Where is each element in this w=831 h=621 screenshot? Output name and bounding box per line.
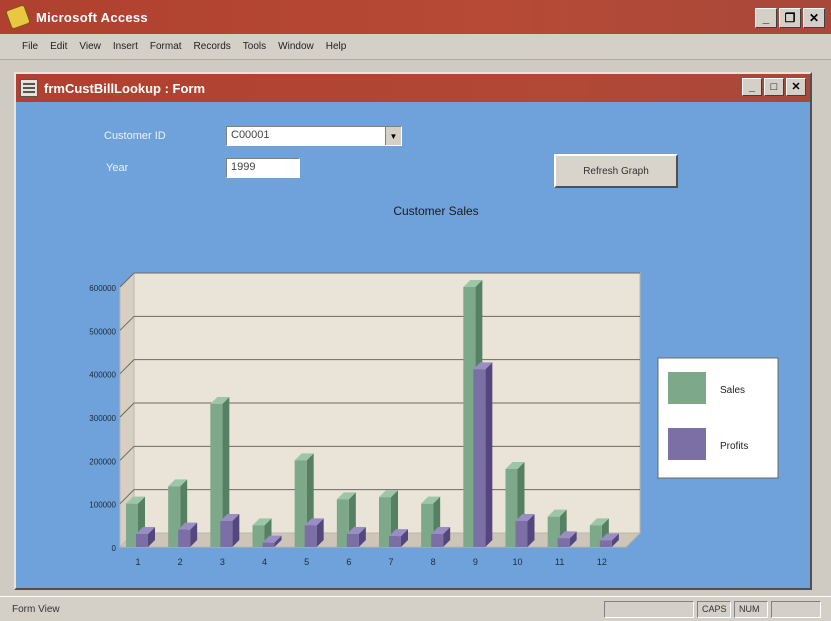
status-panels: CAPS NUM [604, 601, 821, 618]
form-close-button[interactable]: ✕ [786, 78, 806, 96]
y-tick-label: 300000 [89, 414, 116, 423]
legend-swatch [668, 372, 706, 404]
x-tick-label: 4 [262, 557, 267, 567]
profits-bar [304, 525, 317, 547]
menu-item-insert[interactable]: Insert [113, 41, 138, 52]
y-tick-label: 100000 [89, 501, 116, 510]
x-tick-label: 11 [555, 557, 564, 567]
menu-item-format[interactable]: Format [150, 41, 182, 52]
x-tick-label: 1 [135, 557, 140, 567]
y-tick-label: 500000 [89, 327, 116, 336]
x-tick-label: 6 [346, 557, 351, 567]
status-num: NUM [734, 601, 768, 618]
profits-bar [557, 538, 570, 547]
legend-swatch [668, 428, 706, 460]
profits-bar [136, 534, 148, 547]
x-tick-label: 5 [304, 557, 309, 567]
form-title-bar[interactable]: frmCustBillLookup : Form _ □ ✕ [16, 74, 810, 102]
app-title: Microsoft Access [36, 9, 148, 25]
form-icon[interactable] [20, 79, 38, 97]
status-caps: CAPS [697, 601, 731, 618]
menu-item-window[interactable]: Window [278, 41, 314, 52]
menu-item-view[interactable]: View [79, 41, 101, 52]
form-maximize-button[interactable]: □ [764, 78, 784, 96]
menu-item-help[interactable]: Help [326, 41, 347, 52]
y-tick-label: 600000 [89, 284, 116, 293]
menu-item-tools[interactable]: Tools [243, 41, 266, 52]
profits-bar [431, 534, 444, 547]
minimize-button[interactable]: _ [755, 8, 777, 28]
sales-chart: 01000002000003000004000005000006000001 2 3… [89, 271, 779, 567]
x-tick-label: 2 [178, 557, 183, 567]
legend-label: Sales [720, 385, 745, 396]
form-window: frmCustBillLookup : Form _ □ ✕ Customer … [14, 72, 812, 590]
legend-label: Profits [720, 441, 748, 452]
x-tick-label: 9 [473, 557, 478, 567]
menu-bar: File Edit View Insert Format Records Too… [0, 34, 831, 60]
status-panel-empty-2 [771, 601, 821, 618]
form-body: Customer ID C00001 ▼ Year 1999 Refresh G… [16, 102, 810, 588]
profits-bar-side [485, 362, 493, 547]
x-tick-label: 3 [220, 557, 225, 567]
status-text: Form View [12, 603, 60, 615]
menu-item-file[interactable]: File [22, 41, 38, 52]
profits-bar [389, 536, 401, 547]
y-tick-label: 0 [112, 544, 117, 553]
x-tick-label: 7 [388, 557, 393, 567]
access-key-icon[interactable] [5, 4, 31, 30]
profits-bar [515, 521, 528, 547]
close-button[interactable]: ✕ [803, 8, 825, 28]
profits-bar [220, 521, 233, 547]
status-bar: Form View CAPS NUM [0, 596, 831, 621]
form-minimize-button[interactable]: _ [742, 78, 762, 96]
profits-bar [599, 540, 612, 547]
maximize-button[interactable]: ❐ [779, 8, 801, 28]
x-tick-label: 10 [512, 557, 522, 567]
y-tick-label: 200000 [89, 457, 116, 466]
profits-bar [473, 369, 486, 547]
menu-item-records[interactable]: Records [194, 41, 231, 52]
app-window-controls: _ ❐ ✕ [755, 8, 825, 28]
x-tick-label: 8 [431, 557, 436, 567]
profits-bar [262, 542, 275, 547]
menu-item-edit[interactable]: Edit [50, 41, 67, 52]
profits-bar [346, 534, 359, 547]
form-window-controls: _ □ ✕ [742, 78, 806, 96]
status-panel-empty [604, 601, 694, 618]
x-tick-label: 12 [597, 557, 607, 567]
workspace: frmCustBillLookup : Form _ □ ✕ Customer … [0, 60, 831, 596]
app-title-bar: Microsoft Access _ ❐ ✕ [0, 0, 831, 34]
profits-bar [178, 529, 191, 547]
form-title: frmCustBillLookup : Form [44, 80, 206, 96]
y-tick-label: 400000 [89, 371, 116, 380]
